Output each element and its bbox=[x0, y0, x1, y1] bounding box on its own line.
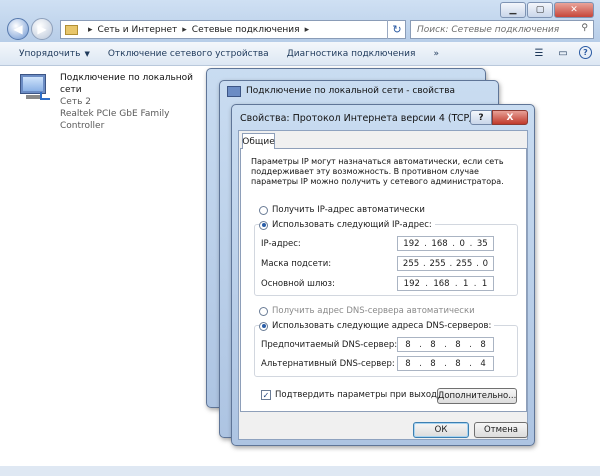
validate-checkbox[interactable]: ✓ bbox=[261, 390, 271, 400]
network-icon bbox=[227, 86, 241, 97]
manual-ip-option[interactable]: Использовать следующий IP-адрес: bbox=[259, 220, 435, 230]
ip-description: Параметры IP могут назначаться автоматич… bbox=[251, 157, 504, 186]
cancel-button[interactable]: Отмена bbox=[474, 422, 528, 438]
minimize-button[interactable]: ▁ bbox=[500, 2, 526, 18]
network-adapter-icon bbox=[18, 74, 50, 102]
chevron-right-icon[interactable]: ▸ bbox=[182, 25, 187, 35]
refresh-icon: ↻ bbox=[392, 23, 402, 36]
preferred-dns-label: Предпочитаемый DNS-сервер: bbox=[261, 340, 398, 350]
connection-name: Подключение по локальной сети bbox=[60, 73, 194, 95]
ip-address-label: IP-адрес: bbox=[261, 239, 301, 249]
more-commands-button[interactable]: » bbox=[424, 49, 448, 59]
chevron-right-icon[interactable]: ▸ bbox=[88, 25, 93, 35]
connection-text: Подключение по локальной сети Сеть 2 Rea… bbox=[60, 72, 208, 132]
validate-label: Подтвердить параметры при выходе bbox=[275, 390, 443, 400]
alternate-dns-label: Альтернативный DNS-сервер: bbox=[261, 359, 395, 369]
preview-pane-icon[interactable]: ▭ bbox=[555, 46, 571, 60]
properties-dialog-title: Подключение по локальной сети - свойства bbox=[246, 86, 456, 96]
forward-arrow-icon: ▶ bbox=[37, 22, 47, 36]
auto-dns-option[interactable]: Получить адрес DNS-сервера автоматически bbox=[259, 306, 475, 316]
auto-dns-label: Получить адрес DNS-сервера автоматически bbox=[272, 306, 475, 316]
manual-ip-radio[interactable] bbox=[259, 220, 268, 230]
advanced-button[interactable]: Дополнительно... bbox=[437, 388, 517, 404]
folder-icon bbox=[65, 24, 78, 35]
chevron-right-icon[interactable]: ▸ bbox=[305, 25, 310, 35]
manual-dns-label: Использовать следующие адреса DNS-сервер… bbox=[272, 321, 492, 331]
auto-ip-radio[interactable] bbox=[259, 205, 268, 215]
disable-device-label: Отключение сетевого устройства bbox=[107, 48, 269, 59]
command-toolbar: Упорядочить ▼ Отключение сетевого устрой… bbox=[0, 42, 600, 66]
validate-on-exit-option[interactable]: ✓ Подтвердить параметры при выходе bbox=[261, 390, 442, 400]
manual-ip-label: Использовать следующий IP-адрес: bbox=[272, 220, 432, 230]
ipv4-dialog-title: Свойства: Протокол Интернета версии 4 (T… bbox=[240, 113, 497, 124]
manual-dns-radio[interactable] bbox=[259, 321, 268, 331]
toolbar-right-controls: ☰ ▭ ? bbox=[531, 46, 592, 60]
refresh-button[interactable]: ↻ bbox=[387, 20, 406, 39]
close-button[interactable]: ✕ bbox=[554, 2, 594, 18]
search-input[interactable]: Поиск: Сетевые подключения ⚲ bbox=[410, 20, 594, 39]
ip-address-input[interactable]: 192. 168. 0. 35 bbox=[397, 236, 494, 251]
maximize-icon: ▢ bbox=[535, 5, 545, 15]
breadcrumb-network-internet[interactable]: Сеть и Интернет bbox=[98, 25, 178, 35]
maximize-button[interactable]: ▢ bbox=[527, 2, 553, 18]
help-icon[interactable]: ? bbox=[579, 46, 592, 59]
title-bar: ▁ ▢ ✕ ◀ ▶ ▸ Сеть и Интернет ▸ Сетевые по… bbox=[0, 0, 600, 42]
ok-button[interactable]: ОК bbox=[413, 422, 469, 438]
subnet-mask-label: Маска подсети: bbox=[261, 259, 332, 269]
gateway-label: Основной шлюз: bbox=[261, 279, 335, 289]
auto-dns-radio[interactable] bbox=[259, 306, 268, 316]
search-icon[interactable]: ⚲ bbox=[581, 23, 588, 33]
disable-device-button[interactable]: Отключение сетевого устройства bbox=[99, 49, 278, 59]
chevron-down-icon: ▼ bbox=[84, 49, 90, 58]
diagnose-label: Диагностика подключения bbox=[286, 48, 416, 59]
back-button[interactable]: ◀ bbox=[7, 18, 29, 40]
help-icon: ? bbox=[478, 112, 484, 123]
gateway-input[interactable]: 192. 168. 1. 1 bbox=[397, 276, 494, 291]
help-button[interactable]: ? bbox=[470, 110, 492, 125]
breadcrumb-network-connections[interactable]: Сетевые подключения bbox=[192, 25, 300, 35]
view-options-icon[interactable]: ☰ bbox=[531, 46, 547, 60]
status-bar bbox=[0, 466, 600, 476]
more-label: » bbox=[433, 48, 439, 59]
window-controls: ▁ ▢ ✕ bbox=[499, 2, 594, 18]
search-placeholder: Поиск: Сетевые подключения bbox=[417, 24, 560, 35]
organize-label: Упорядочить bbox=[19, 48, 81, 59]
local-area-connection-item[interactable]: Подключение по локальной сети Сеть 2 Rea… bbox=[18, 70, 208, 131]
organize-menu[interactable]: Упорядочить ▼ bbox=[10, 49, 99, 59]
back-arrow-icon: ◀ bbox=[13, 22, 23, 36]
connection-network: Сеть 2 bbox=[60, 97, 91, 107]
minimize-icon: ▁ bbox=[509, 5, 517, 15]
forward-button[interactable]: ▶ bbox=[31, 18, 53, 40]
ipv4-dialog-controls: ? X bbox=[470, 110, 528, 125]
preferred-dns-input[interactable]: 8. 8. 8. 8 bbox=[397, 337, 494, 352]
tab-general-label: Общие bbox=[242, 136, 275, 147]
dialog-close-button[interactable]: X bbox=[492, 110, 528, 125]
address-bar[interactable]: ▸ Сеть и Интернет ▸ Сетевые подключения … bbox=[60, 20, 406, 39]
manual-dns-option[interactable]: Использовать следующие адреса DNS-сервер… bbox=[259, 321, 495, 331]
tab-general[interactable]: Общие bbox=[242, 133, 275, 149]
auto-ip-option[interactable]: Получить IP-адрес автоматически bbox=[259, 205, 425, 215]
subnet-mask-input[interactable]: 255. 255. 255. 0 bbox=[397, 256, 494, 271]
diagnose-button[interactable]: Диагностика подключения bbox=[278, 49, 425, 59]
alternate-dns-input[interactable]: 8. 8. 8. 4 bbox=[397, 356, 494, 371]
close-icon: ✕ bbox=[570, 5, 578, 15]
connection-adapter: Realtek PCIe GbE Family Controller bbox=[60, 109, 170, 131]
close-icon: X bbox=[506, 112, 514, 123]
auto-ip-label: Получить IP-адрес автоматически bbox=[272, 205, 425, 215]
general-tab-panel: Параметры IP могут назначаться автоматич… bbox=[240, 148, 527, 412]
